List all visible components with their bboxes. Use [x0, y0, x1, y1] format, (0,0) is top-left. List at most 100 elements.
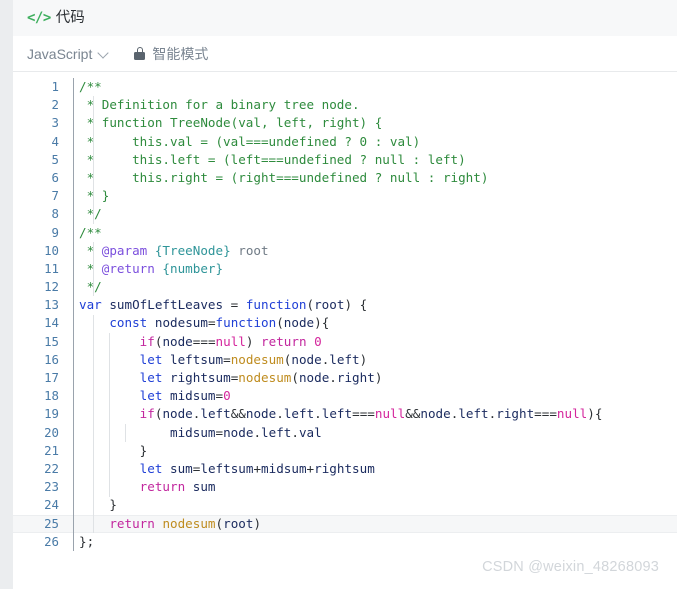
line-content: /**	[73, 78, 102, 96]
code-line[interactable]: 14 const nodesum=function(node){	[13, 314, 677, 332]
code-line[interactable]: 21 }	[13, 442, 677, 460]
language-selector[interactable]: JavaScript	[27, 46, 108, 62]
code-line[interactable]: 16 let leftsum=nodesum(node.left)	[13, 351, 677, 369]
code-token: return	[109, 515, 155, 531]
code-token: left	[321, 406, 353, 422]
line-content: * function TreeNode(val, left, right) {	[73, 114, 383, 132]
code-token: node	[298, 370, 330, 385]
code-token: left	[261, 424, 292, 440]
code-token: *	[79, 242, 102, 258]
line-number: 17	[44, 370, 59, 385]
line-content: return sum	[73, 478, 216, 496]
code-token: let	[139, 351, 163, 367]
line-content: let sum=leftsum+midsum+rightsum	[73, 460, 375, 478]
code-token: val	[298, 424, 322, 440]
code-line[interactable]: 26};	[13, 533, 677, 551]
line-content: * }	[73, 187, 110, 205]
code-line[interactable]: 7 * }	[13, 187, 677, 205]
code-line[interactable]: 3 * function TreeNode(val, left, right) …	[13, 114, 677, 132]
line-content: };	[73, 533, 94, 551]
indent-guide	[93, 96, 94, 224]
code-line[interactable]: 23 return sum	[13, 478, 677, 496]
code-token: .	[291, 424, 299, 440]
editor-toolbar: JavaScript 智能模式	[13, 36, 677, 72]
code-token: root	[230, 242, 269, 258]
line-number: 12	[44, 279, 59, 295]
smart-mode-indicator[interactable]: 智能模式	[134, 44, 208, 64]
code-line[interactable]: 17 let rightsum=nodesum(node.right)	[13, 369, 677, 387]
code-token: */	[79, 206, 102, 222]
code-token: =	[207, 315, 216, 331]
code-token: leftsum	[170, 351, 224, 367]
code-token: };	[79, 533, 95, 549]
code-token: &&	[405, 406, 421, 422]
code-token: node	[223, 424, 254, 440]
code-token: 0	[223, 388, 231, 404]
code-token: rightsum	[170, 370, 231, 385]
line-content: * this.left = (left===undefined ? null :…	[73, 151, 466, 169]
code-line[interactable]: 12 */	[13, 278, 677, 296]
code-token: nodesum	[162, 515, 216, 531]
line-number: 2	[51, 97, 59, 113]
indent-guide	[93, 241, 94, 297]
code-token: ===	[192, 333, 216, 349]
code-token: return	[139, 479, 186, 495]
code-token: * Definition for a binary tree node.	[79, 97, 360, 113]
code-line[interactable]: 24 }	[13, 496, 677, 514]
code-token: null	[556, 406, 588, 422]
line-number: 21	[44, 442, 59, 458]
code-line[interactable]: 9 /**	[13, 224, 677, 242]
code-token: 0	[314, 333, 322, 349]
code-line[interactable]: 4 * this.val = (val===undefined ? 0 : va…	[13, 133, 677, 151]
code-token: nodesum	[238, 370, 292, 385]
code-token: )	[253, 515, 262, 531]
code-token: function	[215, 315, 277, 331]
line-number: 26	[44, 533, 59, 549]
code-line[interactable]: 15 if(node===null) return 0	[13, 333, 677, 351]
code-token: @param	[101, 242, 148, 258]
code-line[interactable]: 25 return nodesum(root)	[13, 514, 677, 533]
code-line[interactable]: 20 midsum=node.left.val	[13, 424, 677, 442]
line-number: 15	[44, 333, 59, 349]
code-line[interactable]: 2 * Definition for a binary tree node.	[13, 96, 677, 114]
code-line[interactable]: 5 * this.left = (left===undefined ? null…	[13, 151, 677, 169]
code-token: node	[245, 406, 277, 422]
code-token: left	[200, 406, 231, 422]
code-token: left	[458, 406, 489, 422]
code-line[interactable]: 1 /**	[13, 78, 677, 96]
code-editor[interactable]: 1 /** 2 * Definition for a binary tree nod…	[13, 73, 677, 589]
line-content: * this.right = (right===undefined ? null…	[73, 169, 489, 187]
code-line[interactable]: 22 let sum=leftsum+midsum+rightsum	[13, 460, 677, 478]
code-line[interactable]: 6 * this.right = (right===undefined ? nu…	[13, 169, 677, 187]
code-token: .	[314, 406, 322, 422]
code-token: (	[215, 515, 224, 531]
line-content: }	[73, 442, 148, 460]
code-token: if	[139, 406, 155, 422]
line-number: 7	[51, 188, 59, 204]
indent-guide	[93, 314, 94, 533]
code-line[interactable]: 11 * @return {number}	[13, 260, 677, 278]
code-token: ){	[587, 406, 603, 422]
code-token: node	[162, 406, 193, 422]
code-token: null	[374, 406, 406, 422]
code-line[interactable]: 19 if(node.left&&node.left.left===null&&…	[13, 405, 677, 423]
code-line[interactable]: 10 * @param {TreeNode} root	[13, 242, 677, 260]
code-token: root	[314, 297, 345, 313]
line-number: 13	[44, 297, 59, 313]
code-line[interactable]: 18 let midsum=0	[13, 387, 677, 405]
code-lines-container[interactable]: 1 /** 2 * Definition for a binary tree nod…	[13, 73, 677, 552]
code-line[interactable]: 8 */	[13, 205, 677, 223]
line-number: 25	[44, 515, 59, 531]
line-content: */	[73, 278, 102, 296]
code-token: +	[253, 460, 262, 476]
panel-header: </> 代码	[13, 0, 677, 36]
code-token: {TreeNode}	[154, 242, 231, 258]
code-line[interactable]: 13 var sumOfLeftLeaves = function(root) {	[13, 296, 677, 314]
code-token: =	[215, 388, 224, 404]
code-token: node	[291, 351, 322, 367]
code-token: }	[79, 497, 117, 513]
